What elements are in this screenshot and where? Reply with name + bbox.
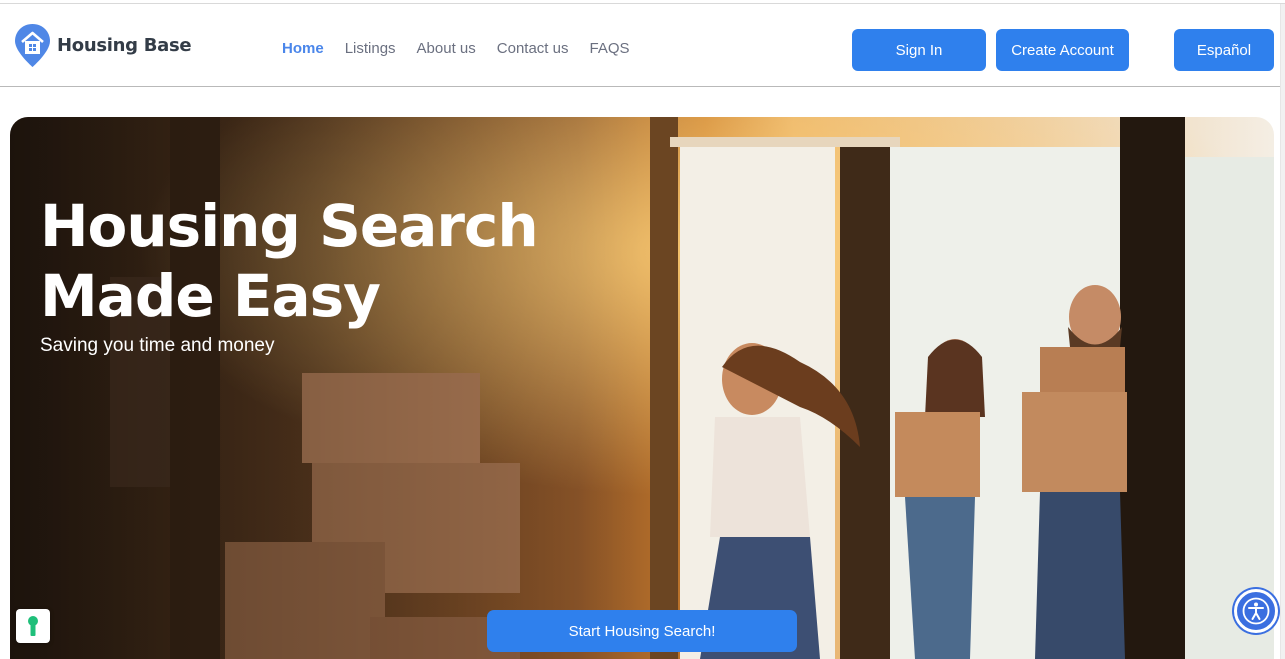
hero-banner: Housing Search Made Easy Saving you time…: [10, 117, 1274, 659]
nav-faqs[interactable]: FAQS: [589, 40, 629, 57]
main-nav: Home Listings About us Contact us FAQS: [282, 40, 630, 57]
sign-in-button[interactable]: Sign In: [852, 29, 986, 71]
site-header: Housing Base Home Listings About us Cont…: [0, 4, 1285, 87]
hero-title-line-1: Housing Search: [40, 192, 539, 260]
brand-logo[interactable]: Housing Base: [14, 22, 192, 68]
nav-home[interactable]: Home: [282, 40, 324, 57]
accessibility-icon: [1242, 597, 1270, 625]
brand-name: Housing Base: [57, 34, 192, 56]
hero-title: Housing Search Made Easy: [40, 191, 539, 331]
nav-listings[interactable]: Listings: [345, 40, 396, 57]
start-housing-search-button[interactable]: Start Housing Search!: [487, 610, 797, 652]
hero-subtitle: Saving you time and money: [40, 335, 275, 356]
house-pin-icon: [15, 24, 50, 67]
keyhole-badge[interactable]: [16, 609, 50, 643]
nav-about-us[interactable]: About us: [417, 40, 476, 57]
page-scrollbar[interactable]: [1280, 4, 1285, 659]
accessibility-button[interactable]: [1234, 589, 1278, 633]
create-account-button[interactable]: Create Account: [996, 29, 1129, 71]
nav-contact-us[interactable]: Contact us: [497, 40, 569, 57]
keyhole-icon: [28, 616, 38, 636]
language-button[interactable]: Español: [1174, 29, 1274, 71]
hero-title-line-2: Made Easy: [40, 262, 381, 330]
